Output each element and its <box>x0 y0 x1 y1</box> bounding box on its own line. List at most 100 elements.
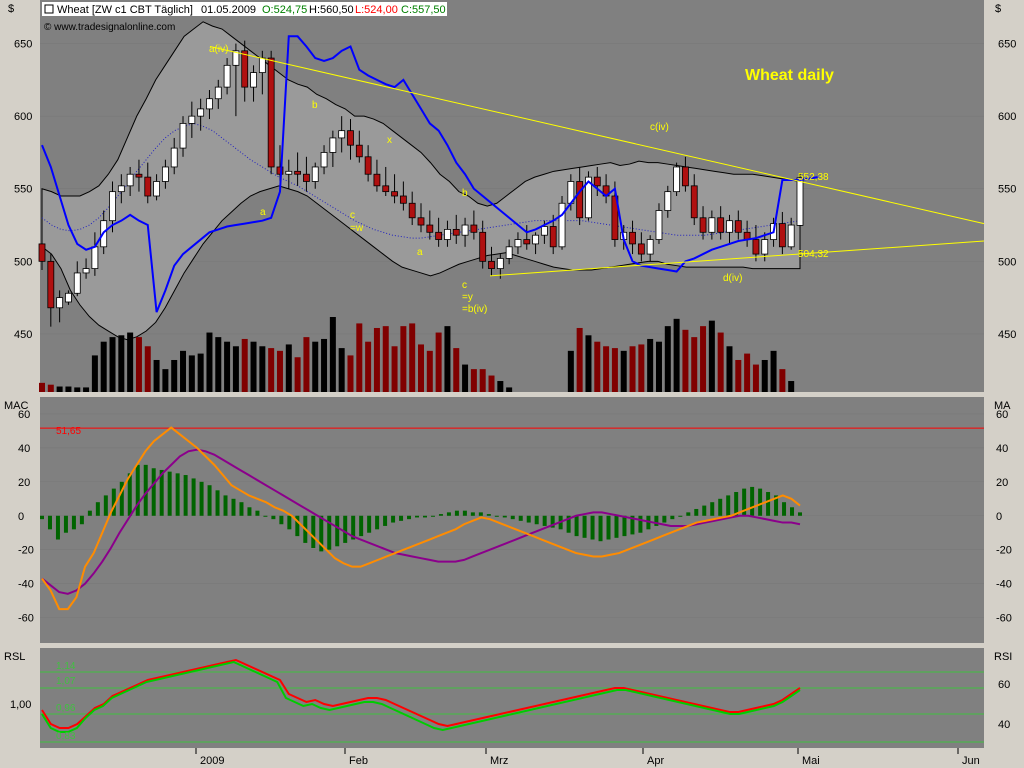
histogram-bar <box>287 515 292 530</box>
candle-legend-icon <box>44 4 54 14</box>
y-tick-label: 0 <box>18 511 24 523</box>
candle-body <box>532 234 539 245</box>
histogram-bar <box>215 490 220 516</box>
histogram-bar <box>798 512 802 516</box>
legend-text: Wheat [ZW c1 CBT Täglich] 01.05.2009 O:5… <box>57 4 446 16</box>
volume-bar <box>91 355 98 392</box>
volume-bar <box>673 318 680 392</box>
wave-label: =b(iv) <box>462 304 487 315</box>
candle-body <box>161 166 169 182</box>
histogram-bar <box>95 502 100 516</box>
volume-bar <box>735 359 742 392</box>
histogram-bar <box>367 515 372 533</box>
volume-bar <box>268 348 275 392</box>
histogram-bar <box>750 486 755 516</box>
candle-body <box>734 220 742 233</box>
legend-low: L:524,00 <box>355 4 398 16</box>
volume-bar <box>479 369 486 392</box>
candle-body <box>426 224 434 233</box>
candle-body <box>241 50 249 88</box>
rsl-left-tick: 1,00 <box>10 699 31 711</box>
histogram-bar <box>207 485 212 516</box>
volume-bar <box>426 350 433 392</box>
volume-bar <box>462 364 469 392</box>
histogram-bar <box>311 515 316 548</box>
y-tick-label: 40 <box>998 719 1010 731</box>
volume-bar <box>470 369 477 392</box>
histogram-bar <box>71 515 76 530</box>
candle-body <box>796 177 804 226</box>
candle-body <box>65 292 72 303</box>
rsl-level-label: 0,96 <box>56 703 76 714</box>
volume-bar <box>647 338 654 392</box>
histogram-bar <box>518 515 523 521</box>
candle-body <box>435 231 443 240</box>
histogram-bar <box>79 515 84 525</box>
volume-bar <box>664 326 671 392</box>
y-tick-label: 60 <box>998 679 1010 691</box>
y-tick-label: 40 <box>18 443 30 455</box>
wave-label: c(iv) <box>650 122 669 133</box>
macd-panel-bg <box>40 397 984 643</box>
y-tick-label: 450 <box>998 329 1016 341</box>
volume-bar <box>329 317 336 392</box>
wave-label: d(iv) <box>723 273 742 284</box>
volume-bar <box>611 348 618 392</box>
candle-body <box>664 191 672 211</box>
volume-bar <box>726 346 733 392</box>
y-tick-label: -20 <box>996 545 1012 557</box>
currency-right-label: $ <box>995 3 1001 15</box>
histogram-bar <box>606 515 611 540</box>
histogram-bar <box>271 515 276 520</box>
candle-body <box>549 226 557 248</box>
wave-label: x <box>387 135 392 146</box>
y-tick-label: -60 <box>996 613 1012 625</box>
candle-body <box>82 268 90 274</box>
candle-body <box>593 176 601 187</box>
volume-bar <box>118 335 125 392</box>
wave-label: b <box>312 100 318 111</box>
volume-bar <box>285 344 292 392</box>
candle-body <box>188 115 196 124</box>
volume-bar <box>770 350 777 392</box>
upper-trend-value: 552,38 <box>798 172 829 183</box>
volume-bar <box>788 381 795 392</box>
y-tick-label: 600 <box>14 111 32 123</box>
y-tick-label: 650 <box>998 39 1016 51</box>
histogram-bar <box>438 514 443 516</box>
histogram-bar <box>710 502 715 516</box>
candle-body <box>470 224 478 233</box>
y-tick-label: 650 <box>14 39 32 51</box>
candle-body <box>206 98 213 110</box>
volume-bar <box>215 337 222 392</box>
volume-bar <box>744 353 751 392</box>
volume-bar <box>56 386 63 392</box>
candle-body <box>673 166 681 193</box>
histogram-bar <box>55 515 60 540</box>
wave-label: a <box>417 247 423 258</box>
volume-bar <box>594 341 601 392</box>
candle-body <box>540 226 548 236</box>
macd-right-label: MA <box>994 400 1011 412</box>
volume-bar <box>356 323 363 392</box>
histogram-bar <box>167 471 172 516</box>
volume-bar <box>382 326 389 392</box>
x-tick-label: 2009 <box>200 755 224 767</box>
candle-body <box>505 246 513 259</box>
rsl-level-label: 1,07 <box>56 676 76 687</box>
histogram-bar <box>335 515 340 547</box>
candle-body <box>655 210 663 240</box>
wave-label: b <box>462 188 468 199</box>
volume-bar <box>435 332 442 392</box>
histogram-bar <box>422 515 427 518</box>
volume-bar <box>444 326 451 392</box>
volume-bar <box>47 384 54 392</box>
histogram-bar <box>199 481 204 516</box>
volume-bar <box>752 364 759 392</box>
histogram-bar <box>255 510 260 516</box>
rsl-y-ticks: 40 60 <box>998 679 1010 731</box>
candle-body <box>91 246 99 269</box>
candle-body <box>699 217 707 233</box>
histogram-bar <box>598 515 603 542</box>
y-tick-label: 20 <box>18 477 30 489</box>
